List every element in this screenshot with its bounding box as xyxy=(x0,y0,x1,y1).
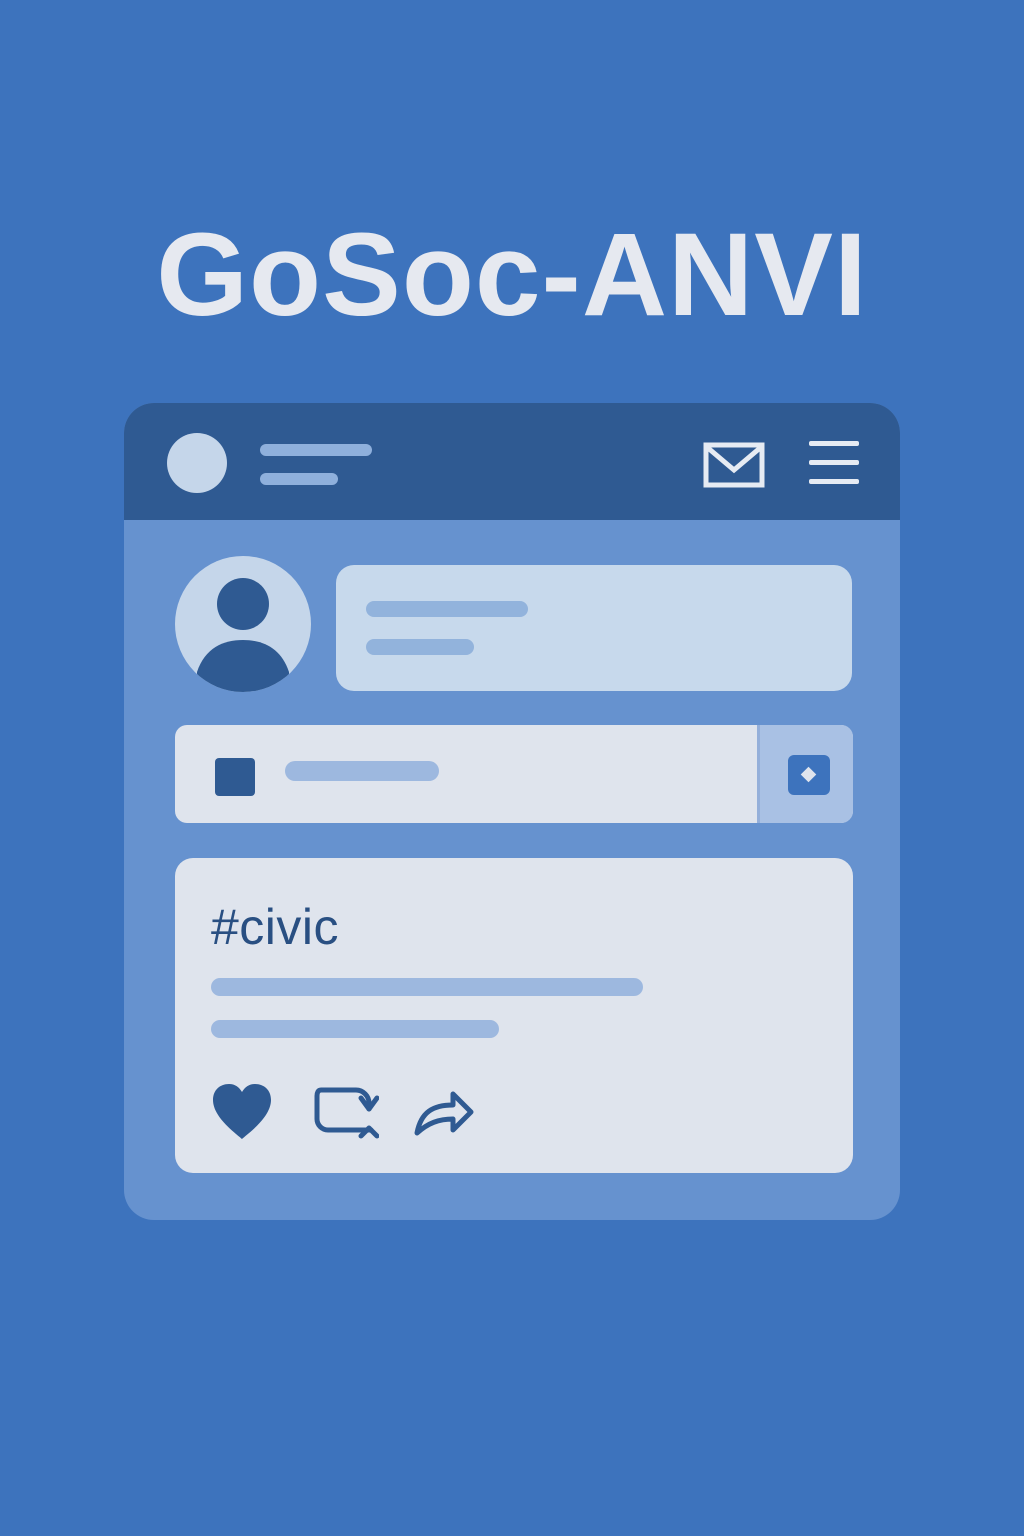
diamond-button-icon xyxy=(788,755,830,795)
top-bar xyxy=(124,403,900,520)
post-hashtag[interactable]: #civic xyxy=(211,896,339,958)
menu-icon[interactable] xyxy=(809,439,859,487)
app-window: #civic xyxy=(124,403,900,1220)
diamond-icon xyxy=(800,766,817,783)
profile-avatar[interactable] xyxy=(175,556,311,692)
profile-card[interactable] xyxy=(336,565,852,691)
share-icon[interactable] xyxy=(411,1081,477,1143)
post-text-placeholder-2 xyxy=(211,1020,499,1038)
repost-icon[interactable] xyxy=(313,1081,379,1143)
search-row xyxy=(175,725,853,823)
mail-icon[interactable] xyxy=(702,439,766,491)
search-action-button[interactable] xyxy=(757,725,853,823)
search-input-placeholder[interactable] xyxy=(285,761,439,781)
account-subtitle-placeholder xyxy=(260,473,338,485)
post-card: #civic xyxy=(175,858,853,1173)
user-avatar[interactable] xyxy=(167,433,227,493)
post-text-placeholder-1 xyxy=(211,978,643,996)
profile-handle-placeholder xyxy=(366,639,474,655)
profile-name-placeholder xyxy=(366,601,528,617)
heart-icon[interactable] xyxy=(209,1081,275,1143)
account-name-placeholder xyxy=(260,444,372,456)
app-title: GoSoc-ANVI xyxy=(156,209,868,341)
checkbox[interactable] xyxy=(215,758,255,796)
person-icon xyxy=(197,578,289,692)
